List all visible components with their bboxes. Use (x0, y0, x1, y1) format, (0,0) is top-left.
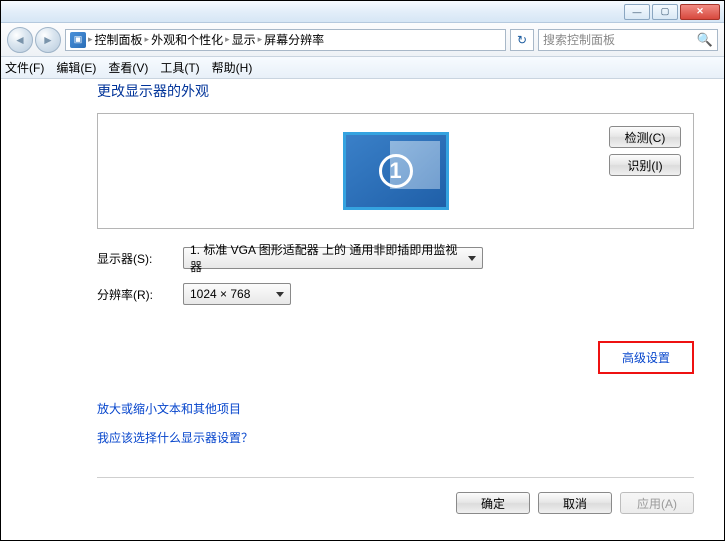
refresh-button[interactable]: ↻ (510, 29, 534, 51)
apply-button[interactable]: 应用(A) (620, 492, 694, 514)
content-area: 更改显示器的外观 1 检测(C) 识别(I) 显示器(S): 1. 标准 VGA… (97, 81, 694, 526)
address-bar[interactable]: ▣ ▸ 控制面板 ▸ 外观和个性化 ▸ 显示 ▸ 屏幕分辨率 (65, 29, 506, 51)
detect-button[interactable]: 检测(C) (609, 126, 681, 148)
resolution-label: 分辨率(R): (97, 286, 167, 303)
menu-help[interactable]: 帮助(H) (212, 59, 253, 76)
chevron-right-icon: ▸ (145, 34, 150, 45)
display-row: 显示器(S): 1. 标准 VGA 图形适配器 上的 通用非即插即用监视器 (97, 247, 694, 269)
breadcrumb[interactable]: 外观和个性化 (151, 31, 223, 48)
menu-tools[interactable]: 工具(T) (160, 59, 199, 76)
cancel-button[interactable]: 取消 (538, 492, 612, 514)
resolution-value: 1024 × 768 (190, 287, 250, 301)
search-input[interactable]: 搜索控制面板 🔍 (538, 29, 718, 51)
monitor-number: 1 (379, 154, 413, 188)
dialog-separator (97, 477, 694, 478)
identify-button[interactable]: 识别(I) (609, 154, 681, 176)
menu-view[interactable]: 查看(V) (108, 59, 148, 76)
minimize-button[interactable]: — (624, 4, 650, 20)
close-button[interactable]: ✕ (680, 4, 720, 20)
nav-buttons: ◄ ► (7, 27, 61, 53)
breadcrumb[interactable]: 控制面板 (95, 31, 143, 48)
resolution-dropdown[interactable]: 1024 × 768 (183, 283, 291, 305)
which-display-link[interactable]: 我应该选择什么显示器设置？ (97, 429, 694, 446)
page-title: 更改显示器的外观 (97, 81, 694, 101)
advanced-settings-link[interactable]: 高级设置 (598, 341, 694, 374)
forward-button[interactable]: ► (35, 27, 61, 53)
menubar: 文件(F) 编辑(E) 查看(V) 工具(T) 帮助(H) (1, 57, 724, 79)
chevron-right-icon: ▸ (88, 34, 93, 45)
search-icon: 🔍 (697, 32, 713, 48)
dialog-buttons: 确定 取消 应用(A) (456, 492, 694, 514)
preview-buttons: 检测(C) 识别(I) (609, 126, 681, 176)
window: — ▢ ✕ ◄ ► ▣ ▸ 控制面板 ▸ 外观和个性化 ▸ 显示 ▸ 屏幕分辨率… (0, 0, 725, 541)
menu-edit[interactable]: 编辑(E) (56, 59, 96, 76)
help-links: 放大或缩小文本和其他项目 我应该选择什么显示器设置？ (97, 400, 694, 446)
titlebar: — ▢ ✕ (1, 1, 724, 23)
display-dropdown[interactable]: 1. 标准 VGA 图形适配器 上的 通用非即插即用监视器 (183, 247, 483, 269)
menu-file[interactable]: 文件(F) (5, 59, 44, 76)
display-preview-box: 1 检测(C) 识别(I) (97, 113, 694, 229)
search-placeholder: 搜索控制面板 (543, 31, 615, 48)
text-size-link[interactable]: 放大或缩小文本和其他项目 (97, 400, 694, 417)
navbar: ◄ ► ▣ ▸ 控制面板 ▸ 外观和个性化 ▸ 显示 ▸ 屏幕分辨率 ↻ 搜索控… (1, 23, 724, 57)
display-label: 显示器(S): (97, 250, 167, 267)
chevron-down-icon (276, 292, 284, 297)
resolution-row: 分辨率(R): 1024 × 768 (97, 283, 694, 305)
chevron-down-icon (468, 256, 476, 261)
back-button[interactable]: ◄ (7, 27, 33, 53)
display-value: 1. 标准 VGA 图形适配器 上的 通用非即插即用监视器 (190, 241, 460, 275)
breadcrumb[interactable]: 显示 (232, 31, 256, 48)
chevron-right-icon: ▸ (258, 34, 263, 45)
chevron-right-icon: ▸ (225, 34, 230, 45)
maximize-button[interactable]: ▢ (652, 4, 678, 20)
ok-button[interactable]: 确定 (456, 492, 530, 514)
control-panel-icon: ▣ (70, 32, 86, 48)
advanced-wrap: 高级设置 (97, 341, 694, 374)
breadcrumb[interactable]: 屏幕分辨率 (264, 31, 324, 48)
monitor-preview[interactable]: 1 (343, 132, 449, 210)
